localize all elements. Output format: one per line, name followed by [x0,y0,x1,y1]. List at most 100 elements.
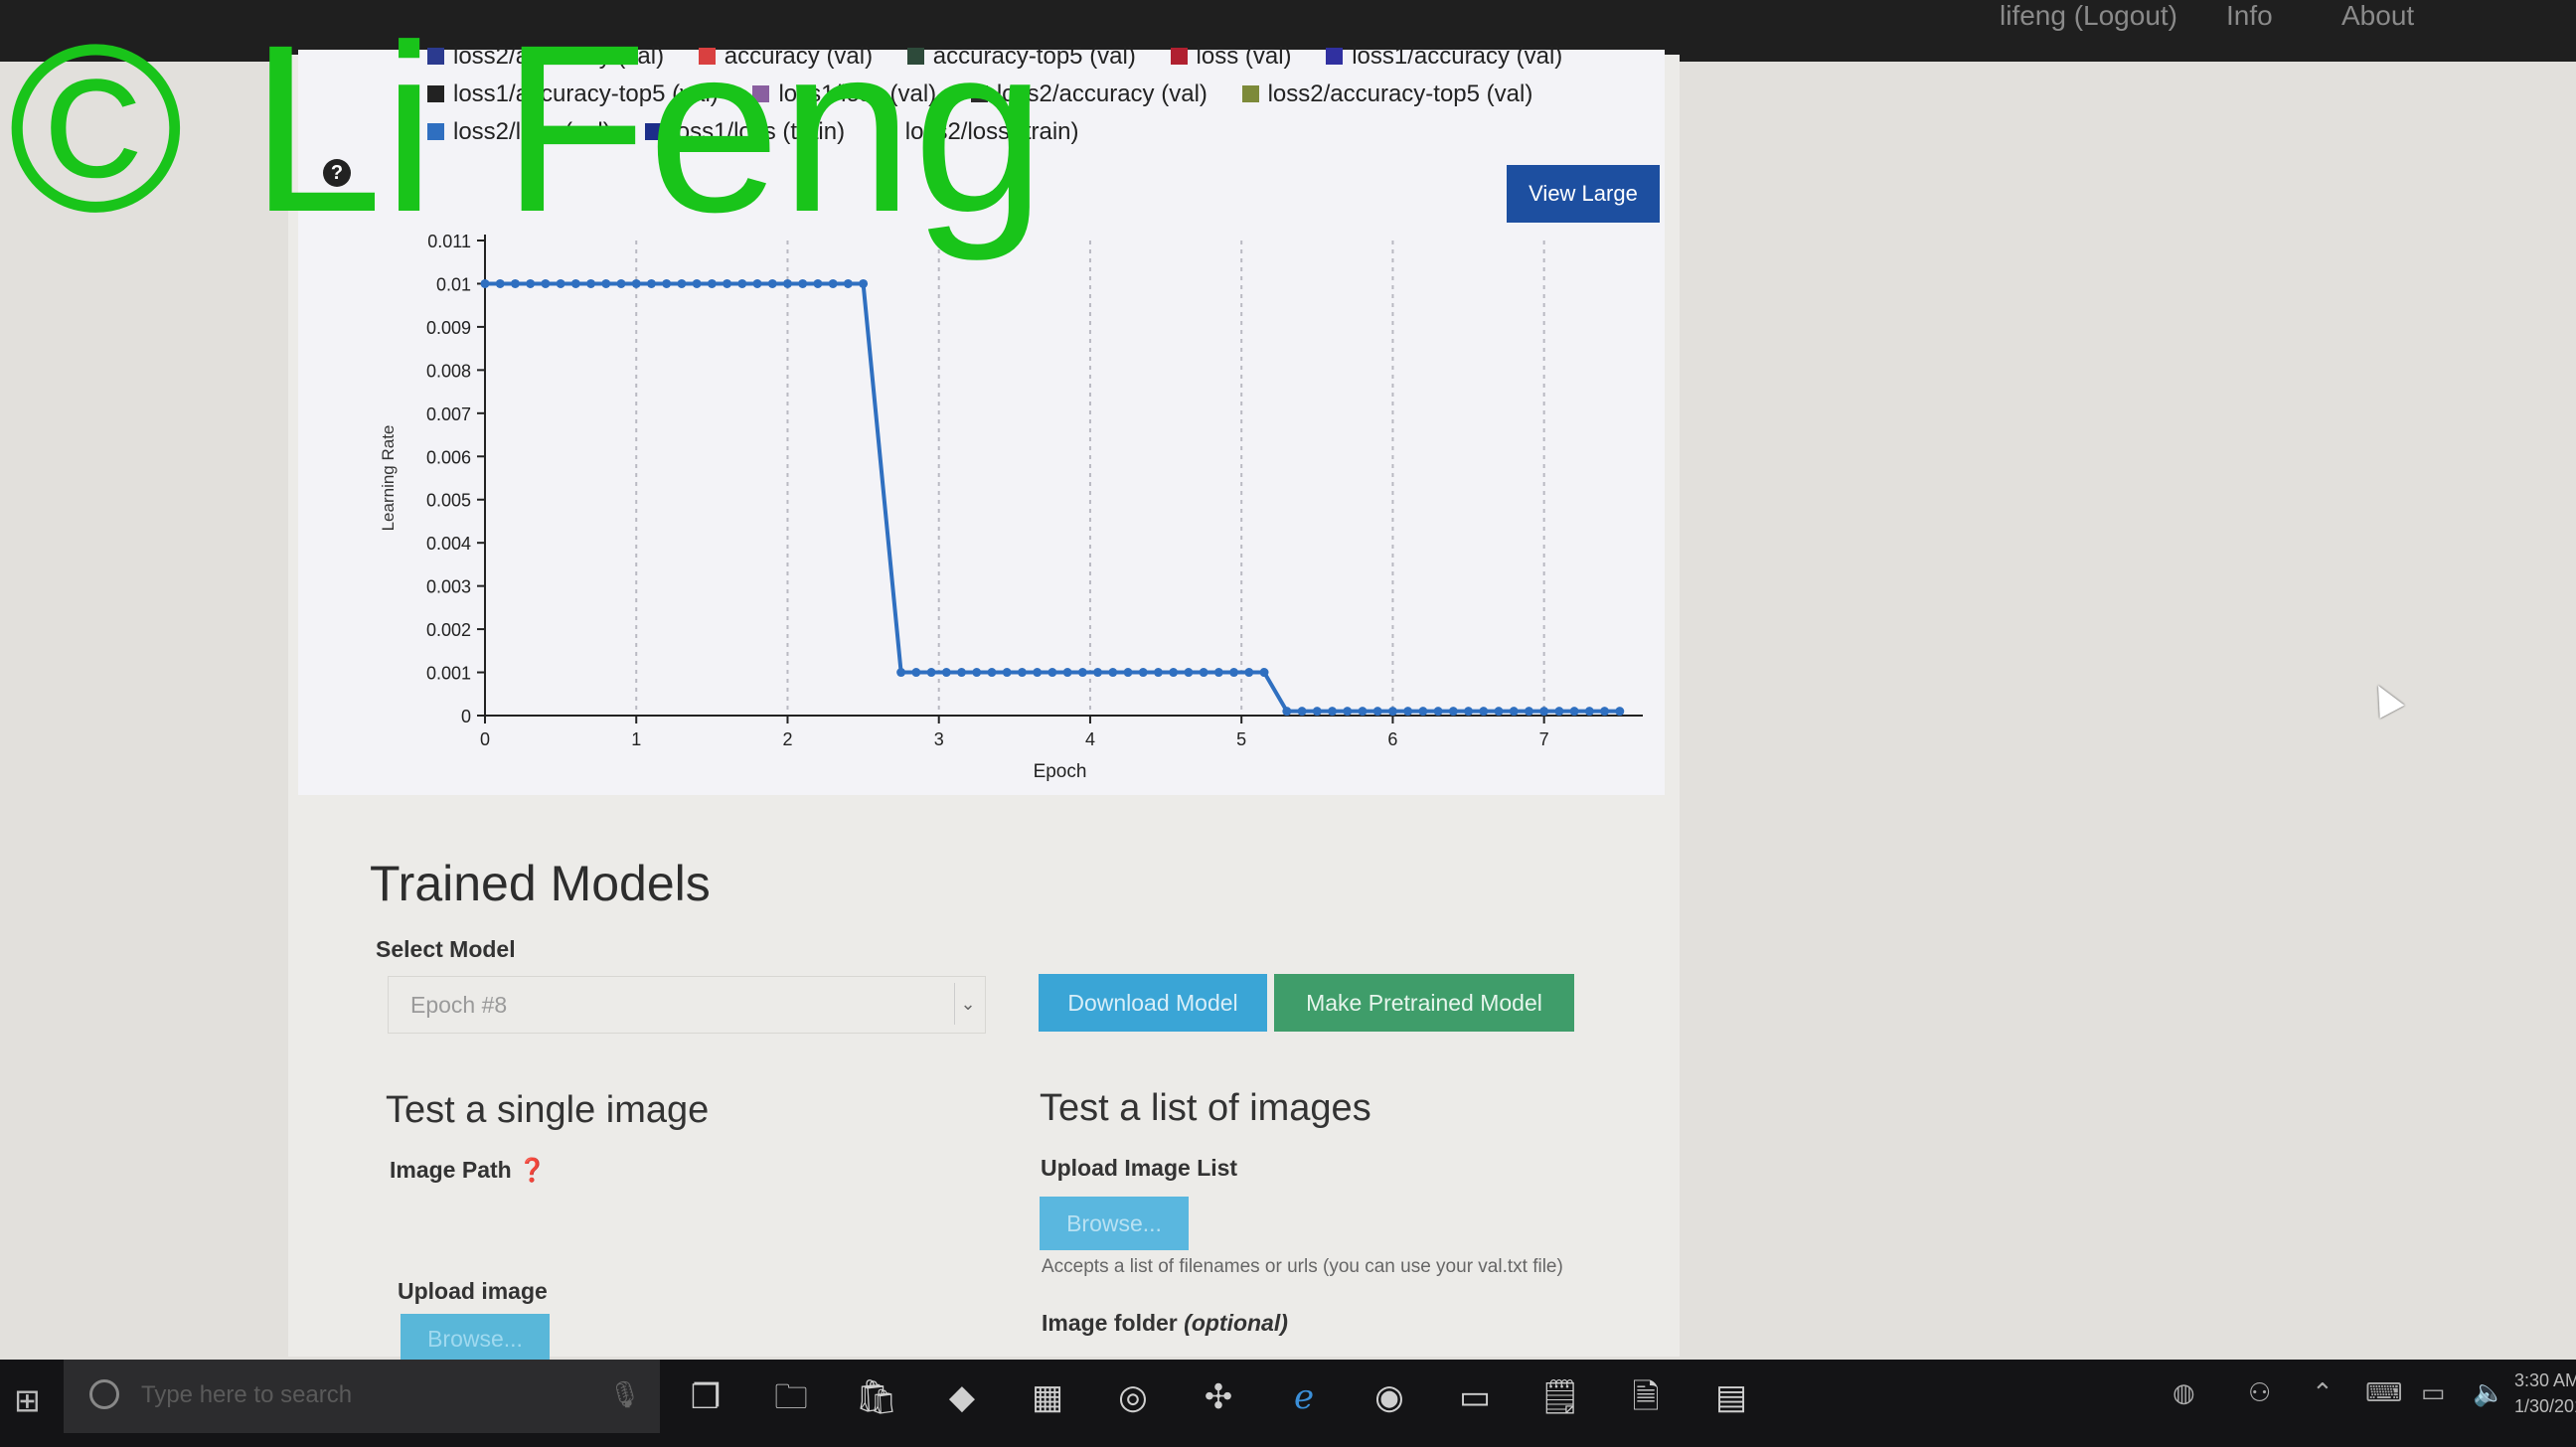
series-point [1554,707,1564,717]
series-point [767,278,777,288]
browse-image-button[interactable]: Browse... [401,1314,550,1364]
git-icon[interactable]: ◆ [938,1373,986,1421]
series-point [1138,668,1148,678]
series-point [1539,707,1549,717]
series-point [941,668,951,678]
series-point [752,278,762,288]
upload-image-list-label: Upload Image List [1041,1155,1238,1181]
firefox-icon[interactable]: ◉ [1366,1373,1413,1421]
image-folder-label-text: Image folder [1042,1310,1178,1336]
calculator-icon[interactable]: ▦ [1024,1373,1071,1421]
model-select-value: Epoch #8 [410,992,508,1018]
series-point [1600,707,1610,717]
series-point [1372,707,1382,717]
system-clock[interactable]: 3:30 AM 1/30/2017 [2514,1367,2576,1419]
store-icon[interactable]: 🛍 [853,1373,900,1421]
window-app-icon[interactable]: ▭ [1451,1373,1499,1421]
series-point [480,278,490,288]
series-point [1403,707,1413,717]
series-point [1343,707,1353,717]
help-icon[interactable]: ❓ [518,1157,547,1183]
browse-image-list-button[interactable]: Browse... [1040,1197,1189,1250]
volume-icon[interactable]: 🔈 [2473,1377,2504,1408]
series-point [495,278,505,288]
series-point [1282,707,1292,717]
series-point [987,668,997,678]
legend-item[interactable]: loss1/accuracy (val) [1326,38,1562,76]
keyboard-icon[interactable]: ⌨ [2365,1377,2403,1408]
taskbar-search-placeholder: Type here to search [141,1381,353,1408]
people-icon[interactable]: ⚇ [2248,1377,2271,1408]
y-tick-label: 0.007 [426,404,471,424]
legend-swatch [1326,48,1344,65]
upload-image-label: Upload image [398,1278,548,1304]
chevron-up-icon[interactable]: ⌃ [2312,1377,2334,1408]
y-tick-label: 0.003 [426,577,471,597]
nav-about-menu[interactable]: About [2341,0,2414,32]
series-point [1244,668,1254,678]
series-point [972,668,982,678]
y-tick-label: 0.006 [426,447,471,467]
cortana-icon [89,1379,119,1409]
series-point [1169,668,1179,678]
download-model-button[interactable]: Download Model [1039,974,1267,1032]
series-point [1479,707,1489,717]
series-point [1509,707,1519,717]
series-point [1123,668,1133,678]
x-tick-label: 6 [1387,729,1397,749]
y-tick-label: 0 [461,707,471,726]
series-point [1312,707,1322,717]
series-point [1062,668,1072,678]
image-folder-label: Image folder (optional) [1042,1310,1288,1337]
select-model-label: Select Model [376,936,516,962]
app-icon[interactable]: ✣ [1195,1373,1242,1421]
legend-label: loss1/accuracy (val) [1352,43,1563,70]
series-point [556,278,565,288]
mouse-cursor-icon [2365,679,2405,719]
task-view-icon[interactable]: ❐ [682,1373,729,1421]
series-point [1387,707,1397,717]
series-point [911,668,921,678]
series-point [1033,668,1043,678]
chrome-icon[interactable]: ◎ [1109,1373,1157,1421]
file-explorer-icon[interactable]: 🗀 [767,1373,815,1421]
clock-time: 3:30 AM [2514,1370,2576,1390]
series-point [541,278,551,288]
trained-models-title: Trained Models [370,856,711,911]
series-point [1448,707,1458,717]
series-point [677,278,687,288]
edge-icon[interactable]: ℯ [1280,1373,1328,1421]
test-single-title: Test a single image [386,1089,710,1131]
y-tick-label: 0.009 [426,318,471,338]
legend-item[interactable]: loss2/accuracy-top5 (val) [1241,76,1532,113]
nav-info-menu[interactable]: Info [2226,0,2273,32]
windows-start-icon[interactable]: ⊞ [14,1383,48,1417]
word-icon[interactable]: ▤ [1707,1373,1755,1421]
series-point [1433,707,1443,717]
series-point [601,278,611,288]
legend-item[interactable]: loss (val) [1170,38,1292,76]
make-pretrained-model-button[interactable]: Make Pretrained Model [1274,974,1574,1032]
view-large-button[interactable]: View Large [1507,165,1660,223]
series-point [1615,707,1625,717]
x-axis-label: Epoch [1034,761,1087,782]
document-icon[interactable]: 🗎 [1622,1373,1670,1421]
series-point [586,278,596,288]
notes-icon[interactable]: 🗒 [1536,1373,1584,1421]
series-point [1297,707,1307,717]
nav-user-logout[interactable]: lifeng (Logout) [2000,0,2177,32]
learning-rate-chart: 0 0.001 0.002 0.003 0.004 0.005 0.006 0.007 0.00… [379,232,1643,782]
series-point [798,278,808,288]
model-select[interactable]: Epoch #8 ⌄ [388,976,986,1034]
series-point [631,278,641,288]
legend-swatch [1241,85,1259,102]
microphone-icon[interactable]: 🎙 [608,1379,641,1410]
series-point [957,668,967,678]
windows-taskbar: ⊞ Type here to search 🎙 ❐ 🗀 🛍 ◆ ▦ ◎ ✣ ℯ … [0,1360,2576,1447]
network-icon[interactable]: ▭ [2421,1377,2446,1408]
user-tray-icon[interactable]: ◍ [2173,1377,2195,1408]
series-point [828,278,838,288]
series-point [1358,707,1368,717]
taskbar-search[interactable]: Type here to search 🎙 [64,1360,660,1433]
series-point [1418,707,1428,717]
